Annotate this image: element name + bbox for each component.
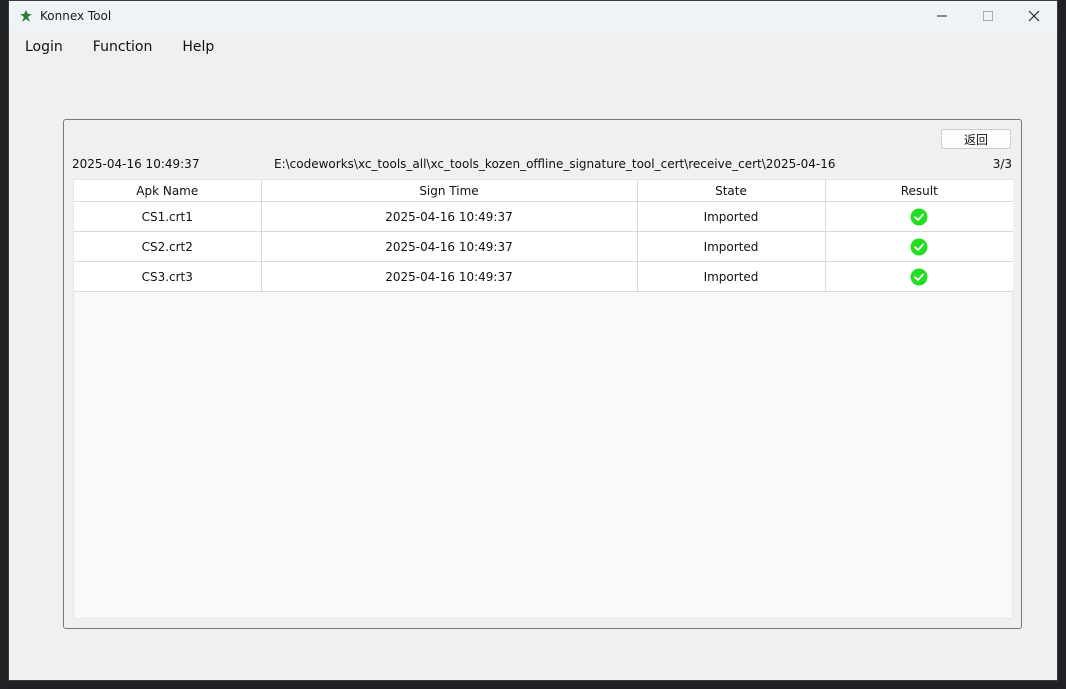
- table-row[interactable]: CS2.crt2 2025-04-16 10:49:37 Imported: [74, 231, 1013, 262]
- cell-state: Imported: [637, 201, 826, 232]
- success-icon: [910, 208, 928, 226]
- menu-bar: Login Function Help: [9, 31, 1057, 63]
- table-row[interactable]: CS1.crt1 2025-04-16 10:49:37 Imported: [74, 201, 1013, 232]
- success-icon: [910, 268, 928, 286]
- import-date: 2025-04-16 10:49:37: [72, 157, 200, 171]
- cell-state: Imported: [637, 261, 826, 292]
- column-header-state[interactable]: State: [637, 180, 826, 202]
- menu-help[interactable]: Help: [182, 37, 214, 57]
- cell-sign-time: 2025-04-16 10:49:37: [261, 201, 638, 232]
- minimize-button[interactable]: [919, 1, 965, 31]
- cell-apk-name: CS3.crt3: [74, 261, 262, 292]
- app-window: Konnex Tool Login Function Help 返回 2025-…: [8, 0, 1058, 681]
- cell-state: Imported: [637, 231, 826, 262]
- cell-apk-name: CS1.crt1: [74, 201, 262, 232]
- results-table[interactable]: Apk Name Sign Time State Result CS1.crt1…: [73, 179, 1013, 619]
- close-button[interactable]: [1011, 1, 1057, 31]
- import-path: E:\codeworks\xc_tools_all\xc_tools_kozen…: [274, 157, 836, 171]
- table-row[interactable]: CS3.crt3 2025-04-16 10:49:37 Imported: [74, 261, 1013, 292]
- column-header-sign-time[interactable]: Sign Time: [261, 180, 638, 202]
- cell-sign-time: 2025-04-16 10:49:37: [261, 231, 638, 262]
- back-button[interactable]: 返回: [941, 129, 1011, 149]
- menu-function[interactable]: Function: [93, 37, 153, 57]
- menu-login[interactable]: Login: [25, 37, 63, 57]
- column-header-result[interactable]: Result: [825, 180, 1013, 202]
- app-logo-icon: [18, 8, 34, 24]
- success-icon: [910, 238, 928, 256]
- results-panel: 返回 2025-04-16 10:49:37 E:\codeworks\xc_t…: [63, 119, 1022, 629]
- cell-apk-name: CS2.crt2: [74, 231, 262, 262]
- window-title: Konnex Tool: [40, 9, 112, 23]
- cell-result: [825, 201, 1013, 232]
- window-controls: [919, 1, 1057, 31]
- cell-result: [825, 231, 1013, 262]
- column-header-apk-name[interactable]: Apk Name: [74, 180, 262, 202]
- maximize-button[interactable]: [965, 1, 1011, 31]
- import-count: 3/3: [992, 157, 1012, 171]
- table-header-row: Apk Name Sign Time State Result: [74, 180, 1013, 202]
- cell-result: [825, 261, 1013, 292]
- cell-sign-time: 2025-04-16 10:49:37: [261, 261, 638, 292]
- title-bar[interactable]: Konnex Tool: [9, 1, 1057, 31]
